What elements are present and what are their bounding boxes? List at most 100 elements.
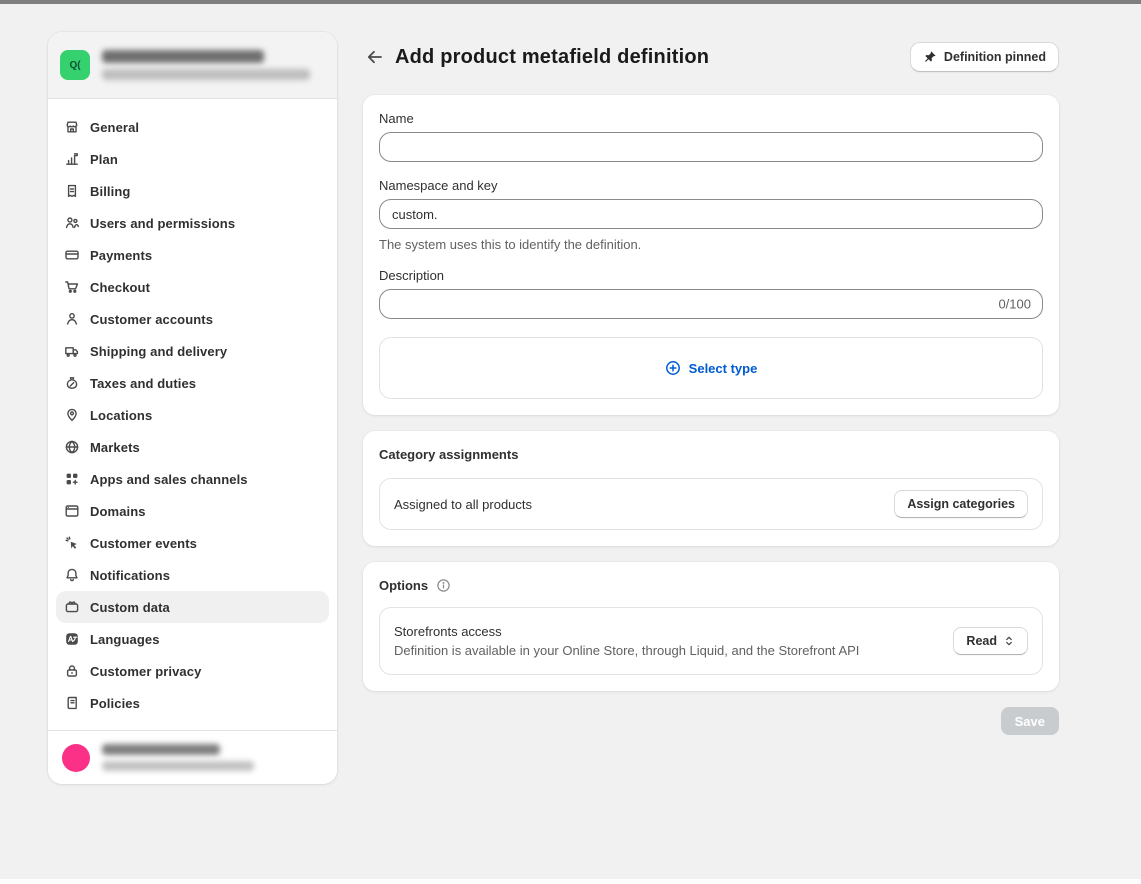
billing-receipt-icon — [64, 183, 80, 199]
options-title: Options — [379, 578, 428, 593]
main-content: Add product metafield definition Definit… — [363, 0, 1059, 735]
sidebar-item-customer-events[interactable]: Customer events — [56, 527, 329, 559]
sidebar-item-label: General — [90, 120, 139, 135]
name-input[interactable] — [379, 132, 1043, 162]
name-field-group: Name — [379, 111, 1043, 162]
sidebar-item-users-and-permissions[interactable]: Users and permissions — [56, 207, 329, 239]
sidebar-item-label: Notifications — [90, 568, 170, 583]
user-email-redacted — [102, 761, 254, 771]
category-assignment-status: Assigned to all products — [394, 497, 532, 512]
sidebar-user-footer[interactable] — [48, 730, 337, 784]
sidebar-item-billing[interactable]: Billing — [56, 175, 329, 207]
store-header: Q( — [48, 32, 337, 99]
definition-form-card: Name Namespace and key The system uses t… — [363, 95, 1059, 415]
select-type-button[interactable]: Select type — [379, 337, 1043, 399]
storefronts-access-row: Storefronts access Definition is availab… — [379, 607, 1043, 675]
tax-bag-icon — [64, 375, 80, 391]
sidebar-item-taxes-and-duties[interactable]: Taxes and duties — [56, 367, 329, 399]
globe-dollar-icon — [64, 439, 80, 455]
back-button[interactable] — [363, 45, 387, 69]
domains-window-icon — [64, 503, 80, 519]
sidebar-item-label: Languages — [90, 632, 160, 647]
plan-chart-icon — [64, 151, 80, 167]
category-assignments-card: Category assignments Assigned to all pro… — [363, 431, 1059, 546]
page-header: Add product metafield definition Definit… — [363, 42, 1059, 72]
storefronts-access-title: Storefronts access — [394, 624, 859, 639]
person-icon — [64, 311, 80, 327]
sidebar-item-label: Apps and sales channels — [90, 472, 248, 487]
settings-sidebar: Q( General Plan Billing Users and permissio… — [48, 32, 337, 784]
sidebar-item-customer-accounts[interactable]: Customer accounts — [56, 303, 329, 335]
info-icon[interactable] — [436, 578, 451, 593]
updown-chevrons-icon — [1003, 635, 1015, 647]
storefronts-access-select[interactable]: Read — [953, 627, 1028, 655]
storefronts-access-text: Storefronts access Definition is availab… — [394, 624, 859, 658]
definition-pinned-label: Definition pinned — [944, 50, 1046, 64]
sidebar-item-label: Custom data — [90, 600, 170, 615]
namespace-help-text: The system uses this to identify the def… — [379, 237, 1043, 252]
options-card: Options Storefronts access Definition is… — [363, 562, 1059, 691]
sidebar-item-label: Customer accounts — [90, 312, 213, 327]
translate-icon — [64, 631, 80, 647]
assign-categories-button[interactable]: Assign categories — [894, 490, 1028, 518]
apps-grid-icon — [64, 471, 80, 487]
description-input[interactable] — [379, 289, 1043, 319]
sidebar-nav: General Plan Billing Users and permissions P… — [48, 99, 337, 731]
save-button[interactable]: Save — [1001, 707, 1059, 735]
user-avatar — [62, 744, 90, 772]
store-icon — [64, 119, 80, 135]
window-bottom-edge — [0, 879, 1141, 884]
sidebar-item-label: Payments — [90, 248, 152, 263]
sidebar-item-label: Locations — [90, 408, 152, 423]
sidebar-item-general[interactable]: General — [56, 111, 329, 143]
store-domain-redacted — [102, 69, 310, 80]
sidebar-item-label: Domains — [90, 504, 146, 519]
sidebar-item-shipping-and-delivery[interactable]: Shipping and delivery — [56, 335, 329, 367]
sidebar-item-payments[interactable]: Payments — [56, 239, 329, 271]
sidebar-item-label: Plan — [90, 152, 118, 167]
category-assignments-title: Category assignments — [379, 447, 518, 462]
sidebar-item-languages[interactable]: Languages — [56, 623, 329, 655]
namespace-label: Namespace and key — [379, 178, 1043, 193]
sidebar-item-label: Billing — [90, 184, 130, 199]
sidebar-item-label: Policies — [90, 696, 140, 711]
store-avatar: Q( — [60, 50, 90, 80]
storefronts-access-selected-value: Read — [966, 634, 997, 648]
select-type-label: Select type — [689, 361, 758, 376]
cursor-click-icon — [64, 535, 80, 551]
sidebar-item-locations[interactable]: Locations — [56, 399, 329, 431]
sidebar-item-notifications[interactable]: Notifications — [56, 559, 329, 591]
sidebar-item-label: Taxes and duties — [90, 376, 196, 391]
pin-icon — [923, 50, 937, 64]
sidebar-item-label: Checkout — [90, 280, 150, 295]
plus-circle-icon — [665, 360, 681, 376]
sidebar-item-plan[interactable]: Plan — [56, 143, 329, 175]
category-assignment-row: Assigned to all products Assign categori… — [379, 478, 1043, 530]
lock-icon — [64, 663, 80, 679]
sidebar-item-label: Customer events — [90, 536, 197, 551]
storefronts-access-description: Definition is available in your Online S… — [394, 643, 859, 658]
user-name-redacted — [102, 744, 220, 755]
definition-pinned-button[interactable]: Definition pinned — [910, 42, 1059, 72]
bell-icon — [64, 567, 80, 583]
sidebar-item-checkout[interactable]: Checkout — [56, 271, 329, 303]
sidebar-item-customer-privacy[interactable]: Customer privacy — [56, 655, 329, 687]
namespace-input[interactable] — [379, 199, 1043, 229]
policies-doc-icon — [64, 695, 80, 711]
users-icon — [64, 215, 80, 231]
description-field-group: Description 0/100 — [379, 268, 1043, 319]
sidebar-item-markets[interactable]: Markets — [56, 431, 329, 463]
sidebar-item-label: Users and permissions — [90, 216, 235, 231]
sidebar-item-label: Shipping and delivery — [90, 344, 227, 359]
payments-card-icon — [64, 247, 80, 263]
save-row: Save — [363, 707, 1059, 735]
sidebar-item-policies[interactable]: Policies — [56, 687, 329, 719]
store-identity — [102, 50, 310, 80]
sidebar-item-domains[interactable]: Domains — [56, 495, 329, 527]
sidebar-item-apps-and-sales-channels[interactable]: Apps and sales channels — [56, 463, 329, 495]
page-title: Add product metafield definition — [395, 46, 709, 69]
sidebar-item-label: Customer privacy — [90, 664, 201, 679]
namespace-field-group: Namespace and key The system uses this t… — [379, 178, 1043, 252]
sidebar-item-label: Markets — [90, 440, 140, 455]
sidebar-item-custom-data[interactable]: Custom data — [56, 591, 329, 623]
